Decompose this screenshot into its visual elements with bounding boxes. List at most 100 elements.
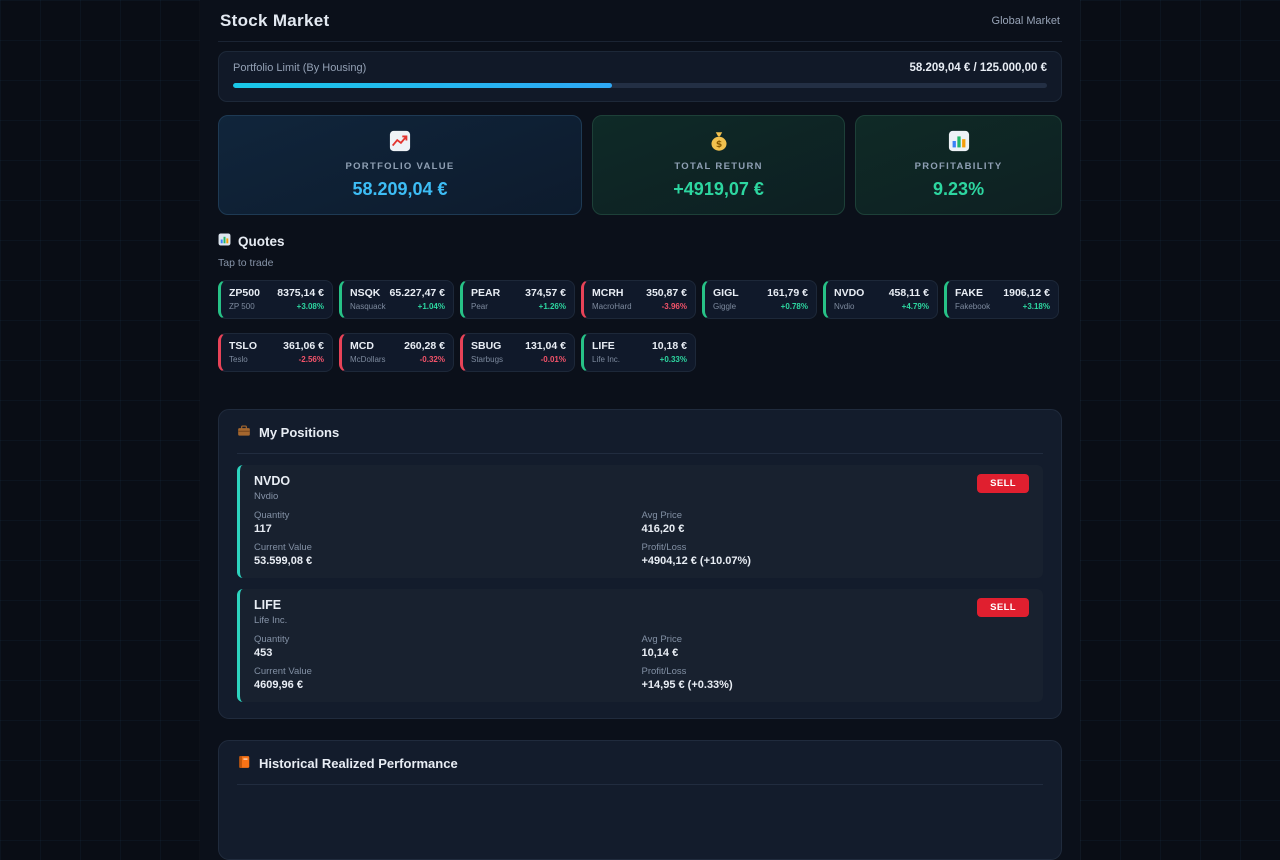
quantity-value: 117 bbox=[254, 523, 642, 535]
profit-loss-label: Profit/Loss bbox=[642, 666, 1030, 677]
sell-button-life[interactable]: SELL bbox=[977, 598, 1029, 617]
quote-card-tslo[interactable]: TSLOTeslo 361,06 €-2.56% bbox=[218, 333, 333, 372]
quote-symbol: ZP500 bbox=[229, 287, 260, 299]
position-row-life: LIFE Life Inc. SELL Quantity 453 Avg Pri… bbox=[237, 589, 1043, 702]
quote-change: -0.32% bbox=[404, 355, 445, 364]
total-return-card: $ TOTAL RETURN +4919,07 € bbox=[592, 115, 845, 215]
quote-grid: ZP500ZP 500 8375,14 €+3.08% NSQKNasquack… bbox=[218, 280, 1062, 372]
quotes-section-header: Quotes bbox=[218, 233, 1062, 249]
portfolio-value-label: PORTFOLIO VALUE bbox=[229, 161, 571, 172]
quote-card-zp500[interactable]: ZP500ZP 500 8375,14 €+3.08% bbox=[218, 280, 333, 319]
profitability-amount: 9.23% bbox=[866, 179, 1051, 200]
quote-symbol: GIGL bbox=[713, 287, 739, 299]
quote-symbol: PEAR bbox=[471, 287, 500, 299]
quote-symbol: MCD bbox=[350, 340, 386, 352]
current-value-label: Current Value bbox=[254, 542, 642, 553]
quote-symbol: LIFE bbox=[592, 340, 620, 352]
quote-price: 374,57 € bbox=[525, 287, 566, 299]
avg-price-label: Avg Price bbox=[642, 510, 1030, 521]
quote-change: +0.78% bbox=[767, 302, 808, 311]
quote-name: Giggle bbox=[713, 302, 739, 311]
quantity-value: 453 bbox=[254, 647, 642, 659]
quote-name: MacroHard bbox=[592, 302, 632, 311]
quote-symbol: FAKE bbox=[955, 287, 990, 299]
current-value-value: 4609,96 € bbox=[254, 679, 642, 691]
position-name: Nvdio bbox=[254, 491, 290, 502]
quote-name: Pear bbox=[471, 302, 500, 311]
money-bag-icon: $ bbox=[603, 129, 834, 153]
quote-change: +3.18% bbox=[1003, 302, 1050, 311]
quote-card-life[interactable]: LIFELife Inc. 10,18 €+0.33% bbox=[581, 333, 696, 372]
page-title: Stock Market bbox=[220, 11, 329, 31]
global-market-label: Global Market bbox=[992, 15, 1060, 27]
portfolio-limit-value: 58.209,04 € / 125.000,00 € bbox=[910, 62, 1047, 74]
total-return-amount: +4919,07 € bbox=[603, 179, 834, 200]
quote-name: Teslo bbox=[229, 355, 257, 364]
quote-card-mcrh[interactable]: MCRHMacroHard 350,87 €-3.96% bbox=[581, 280, 696, 319]
position-row-nvdo: NVDO Nvdio SELL Quantity 117 Avg Price 4… bbox=[237, 465, 1043, 578]
avg-price-value: 10,14 € bbox=[642, 647, 1030, 659]
portfolio-value-amount: 58.209,04 € bbox=[229, 179, 571, 200]
historical-performance-title: Historical Realized Performance bbox=[259, 756, 458, 771]
portfolio-limit-progress-fill bbox=[233, 83, 612, 88]
quantity-label: Quantity bbox=[254, 634, 642, 645]
avg-price-value: 416,20 € bbox=[642, 523, 1030, 535]
portfolio-limit-progressbar bbox=[233, 83, 1047, 88]
avg-price-field: Avg Price 416,20 € bbox=[642, 510, 1030, 535]
quantity-field: Quantity 453 bbox=[254, 634, 642, 659]
current-value-label: Current Value bbox=[254, 666, 642, 677]
portfolio-limit-label: Portfolio Limit (By Housing) bbox=[233, 62, 366, 74]
quote-card-sbug[interactable]: SBUG Starbugs 131,04 € -0.01% bbox=[460, 333, 575, 372]
profit-loss-value: +4904,12 € (+10.07%) bbox=[642, 555, 1030, 567]
profitability-card: PROFITABILITY 9.23% bbox=[855, 115, 1062, 215]
portfolio-value-card: PORTFOLIO VALUE 58.209,04 € bbox=[218, 115, 582, 215]
quote-price: 1906,12 € bbox=[1003, 287, 1050, 299]
portfolio-limit-card: Portfolio Limit (By Housing) 58.209,04 €… bbox=[218, 51, 1062, 102]
quote-change: -2.56% bbox=[283, 355, 324, 364]
profitability-label: PROFITABILITY bbox=[866, 161, 1051, 172]
current-value-field: Current Value 4609,96 € bbox=[254, 666, 642, 691]
quote-card-pear[interactable]: PEAR Pear 374,57 € +1.26% bbox=[460, 280, 575, 319]
quote-name: Starbugs bbox=[471, 355, 503, 364]
quote-symbol: NSQK bbox=[350, 287, 386, 299]
quotes-bar-chart-icon bbox=[218, 233, 231, 249]
profit-loss-field: Profit/Loss +14,95 € (+0.33%) bbox=[642, 666, 1030, 691]
quote-price: 131,04 € bbox=[525, 340, 566, 352]
my-positions-title: My Positions bbox=[259, 425, 339, 440]
sell-button-nvdo[interactable]: SELL bbox=[977, 474, 1029, 493]
quote-change: -3.96% bbox=[646, 302, 687, 311]
quote-change: +0.33% bbox=[652, 355, 687, 364]
briefcase-icon bbox=[237, 424, 251, 441]
position-symbol: NVDO bbox=[254, 474, 290, 488]
avg-price-field: Avg Price 10,14 € bbox=[642, 634, 1030, 659]
quote-card-fake[interactable]: FAKEFakebook 1906,12 €+3.18% bbox=[944, 280, 1059, 319]
quote-card-mcd[interactable]: MCDMcDollars 260,28 €-0.32% bbox=[339, 333, 454, 372]
quote-name: ZP 500 bbox=[229, 302, 260, 311]
quote-name: Nvdio bbox=[834, 302, 864, 311]
quote-change: +1.26% bbox=[525, 302, 566, 311]
quote-price: 260,28 € bbox=[404, 340, 445, 352]
quantity-field: Quantity 117 bbox=[254, 510, 642, 535]
header: Stock Market Global Market bbox=[218, 0, 1062, 42]
quote-price: 350,87 € bbox=[646, 287, 687, 299]
quote-card-nsqk[interactable]: NSQKNasquack 65.227,47 €+1.04% bbox=[339, 280, 454, 319]
stock-market-page: Stock Market Global Market Portfolio Lim… bbox=[200, 0, 1080, 860]
profit-loss-field: Profit/Loss +4904,12 € (+10.07%) bbox=[642, 542, 1030, 567]
my-positions-header: My Positions bbox=[237, 424, 1043, 454]
stat-cards: PORTFOLIO VALUE 58.209,04 € $ TOTAL RETU… bbox=[218, 115, 1062, 215]
quote-change: +1.04% bbox=[390, 302, 445, 311]
tap-to-trade-hint: Tap to trade bbox=[218, 257, 1062, 269]
quote-change: -0.01% bbox=[525, 355, 566, 364]
quote-symbol: SBUG bbox=[471, 340, 503, 352]
svg-text:$: $ bbox=[715, 139, 721, 150]
quotes-title: Quotes bbox=[238, 234, 285, 249]
total-return-label: TOTAL RETURN bbox=[603, 161, 834, 172]
quote-card-gigl[interactable]: GIGLGiggle 161,79 €+0.78% bbox=[702, 280, 817, 319]
quote-name: Nasquack bbox=[350, 302, 386, 311]
position-symbol: LIFE bbox=[254, 598, 287, 612]
quote-price: 8375,14 € bbox=[277, 287, 324, 299]
quote-card-nvdo[interactable]: NVDONvdio 458,11 €+4.79% bbox=[823, 280, 938, 319]
quote-price: 361,06 € bbox=[283, 340, 324, 352]
current-value-field: Current Value 53.599,08 € bbox=[254, 542, 642, 567]
position-name: Life Inc. bbox=[254, 615, 287, 626]
